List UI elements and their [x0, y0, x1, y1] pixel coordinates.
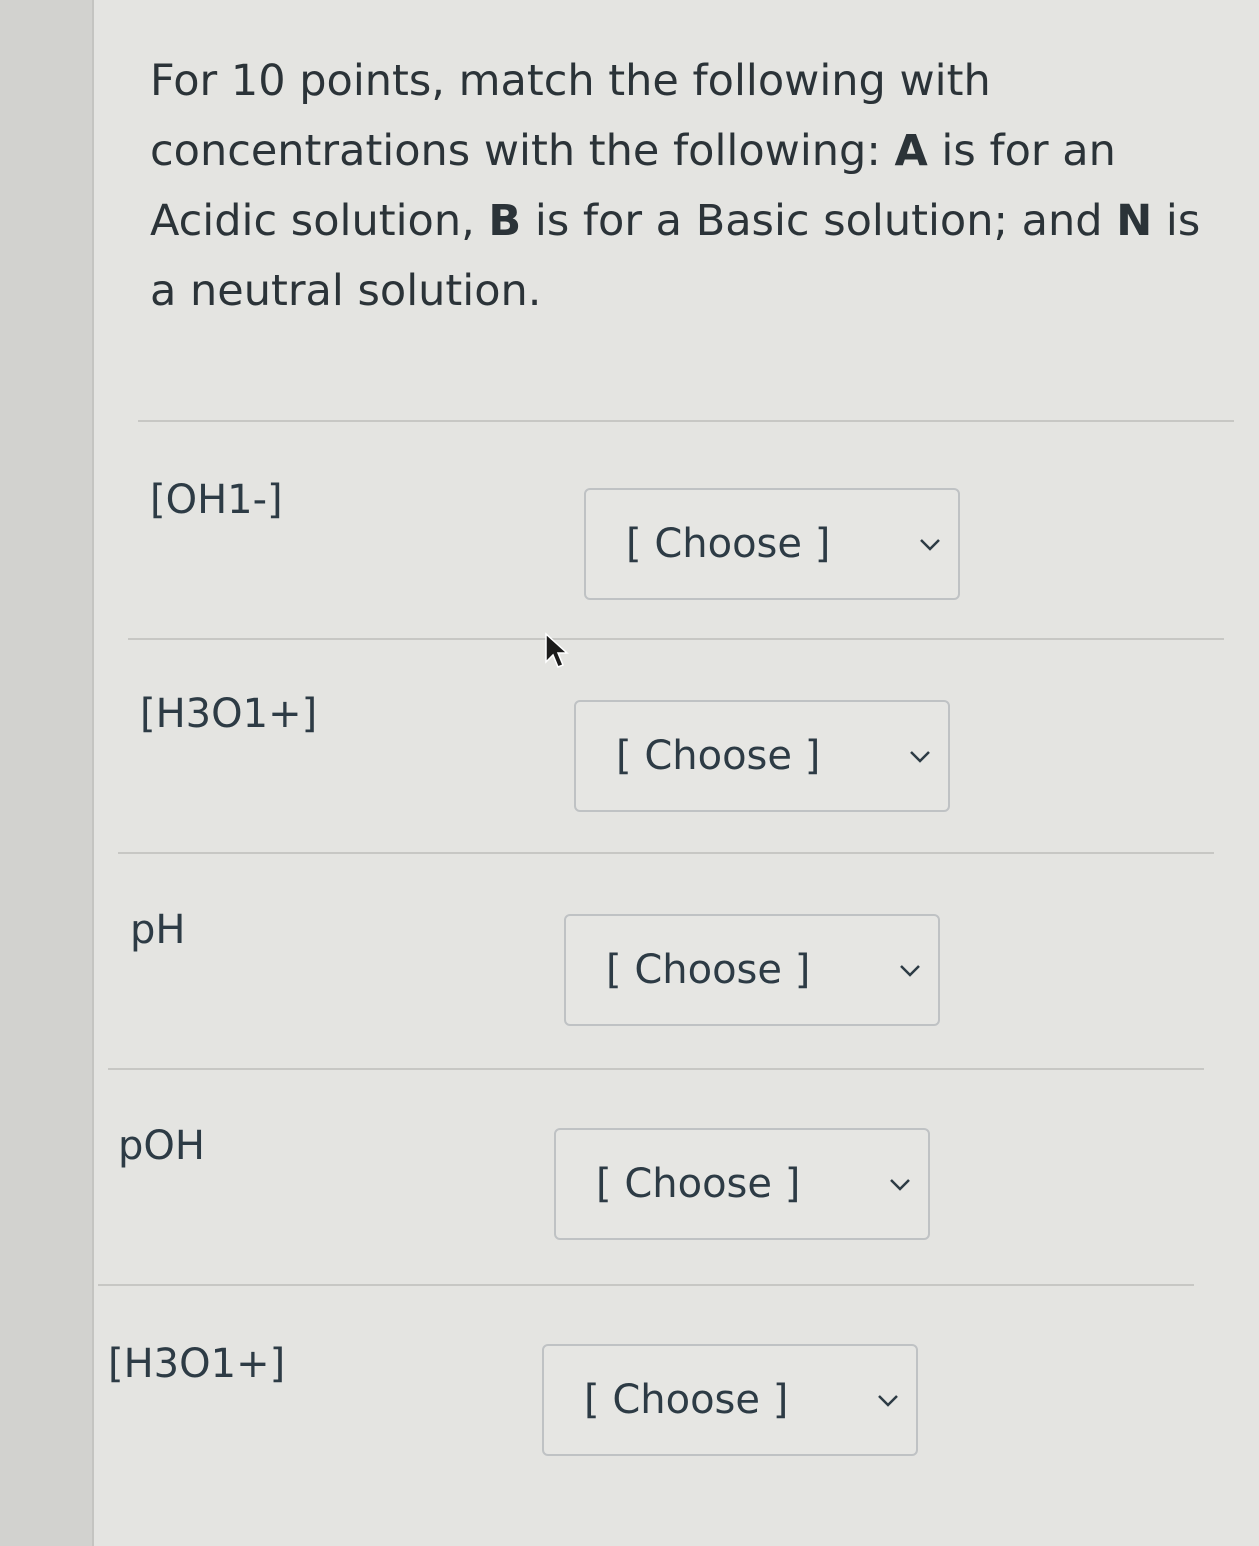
select-value: [ Choose ]	[584, 1377, 789, 1423]
chevron-down-icon	[878, 1395, 898, 1407]
divider	[118, 852, 1214, 854]
chevron-down-icon	[920, 539, 940, 551]
select-value: [ Choose ]	[626, 521, 831, 567]
select-value: [ Choose ]	[616, 733, 821, 779]
prompt-letter-a: A	[894, 126, 928, 176]
question-label-poh: pOH	[118, 1123, 205, 1169]
select-value: [ Choose ]	[596, 1161, 801, 1207]
divider	[98, 1284, 1194, 1286]
select-value: [ Choose ]	[606, 947, 811, 993]
divider	[128, 638, 1224, 640]
divider	[108, 1068, 1204, 1070]
question-label-h3o-2: [H3O1+]	[108, 1341, 286, 1387]
question-label-ph: pH	[130, 907, 186, 953]
divider	[138, 420, 1234, 422]
prompt-letter-n: N	[1116, 196, 1153, 246]
chevron-down-icon	[910, 751, 930, 763]
answer-select-5[interactable]: [ Choose ]	[542, 1344, 918, 1456]
question-prompt: For 10 points, match the following with …	[150, 46, 1230, 326]
left-margin	[0, 0, 94, 1546]
chevron-down-icon	[900, 965, 920, 977]
question-label-oh: [OH1-]	[150, 477, 283, 523]
mouse-pointer-icon	[545, 632, 569, 668]
answer-select-3[interactable]: [ Choose ]	[564, 914, 940, 1026]
prompt-text-1: For 10 points, match the following with …	[150, 56, 991, 176]
chevron-down-icon	[890, 1179, 910, 1191]
answer-select-4[interactable]: [ Choose ]	[554, 1128, 930, 1240]
prompt-text-3: is for a Basic solution; and	[521, 196, 1117, 246]
prompt-letter-b: B	[488, 196, 522, 246]
answer-select-1[interactable]: [ Choose ]	[584, 488, 960, 600]
answer-select-2[interactable]: [ Choose ]	[574, 700, 950, 812]
question-label-h3o: [H3O1+]	[140, 691, 318, 737]
